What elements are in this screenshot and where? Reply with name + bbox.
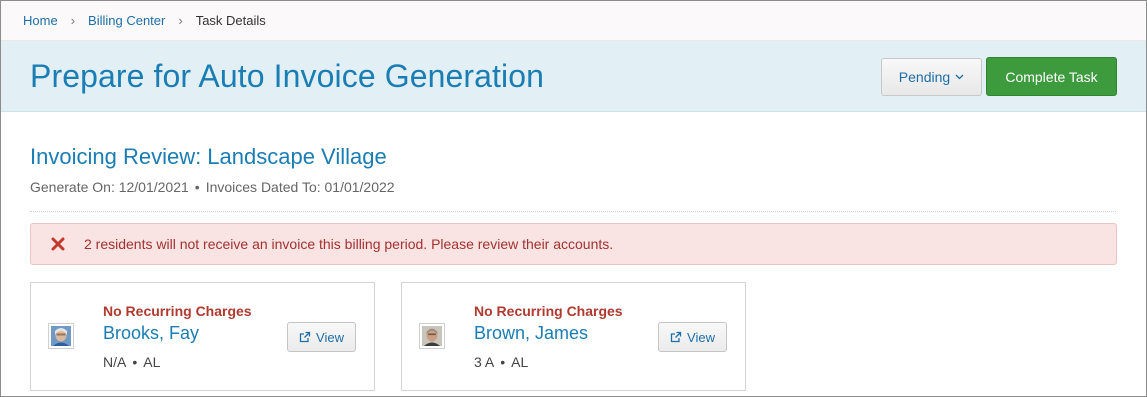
page-title: Prepare for Auto Invoice Generation — [30, 58, 545, 94]
external-link-icon — [670, 331, 682, 343]
resident-photo-icon — [422, 326, 442, 346]
breadcrumb-billing-center-link[interactable]: Billing Center — [88, 13, 165, 28]
resident-photo-icon — [51, 326, 71, 346]
resident-unit: N/A — [103, 354, 127, 370]
resident-card: No Recurring Charges Brooks, Fay N/A • AL … — [30, 282, 375, 391]
view-resident-button[interactable]: View — [287, 322, 356, 352]
breadcrumb-current: Task Details — [195, 13, 266, 28]
alert-message: 2 residents will not receive an invoice … — [84, 236, 614, 252]
view-button-label: View — [687, 329, 715, 345]
resident-card: No Recurring Charges Brown, James 3 A • AL… — [401, 282, 746, 391]
error-alert: 2 residents will not receive an invoice … — [30, 223, 1117, 265]
view-resident-button[interactable]: View — [658, 322, 727, 352]
meta-bullet: • — [194, 179, 200, 195]
status-dropdown-label: Pending — [898, 69, 951, 85]
review-title: Invoicing Review: Landscape Village — [30, 144, 387, 169]
complete-task-button[interactable]: Complete Task — [986, 57, 1117, 96]
generate-on-date: Generate On: 12/01/2021 — [30, 179, 189, 195]
resident-name-link[interactable]: Brown, James — [474, 323, 588, 344]
meta-bullet: • — [500, 354, 506, 370]
no-recurring-charges-flag: No Recurring Charges — [103, 303, 252, 319]
resident-unit: 3 A — [474, 354, 495, 370]
breadcrumb-separator: › — [70, 13, 76, 28]
breadcrumb-home-link[interactable]: Home — [23, 13, 58, 28]
resident-care-level: AL — [143, 354, 161, 370]
resident-name-link[interactable]: Brooks, Fay — [103, 323, 199, 344]
status-dropdown-button[interactable]: Pending — [881, 58, 982, 96]
view-button-label: View — [316, 329, 344, 345]
divider — [30, 211, 1116, 212]
avatar — [419, 323, 445, 349]
breadcrumb: Home › Billing Center › Task Details — [1, 1, 1146, 41]
meta-bullet: • — [132, 354, 138, 370]
invoices-dated-to: Invoices Dated To: 01/01/2022 — [205, 179, 395, 195]
no-recurring-charges-flag: No Recurring Charges — [474, 303, 623, 319]
review-meta: Generate On: 12/01/2021 • Invoices Dated T… — [30, 179, 395, 195]
page-header: Prepare for Auto Invoice Generation Pend… — [1, 41, 1146, 112]
breadcrumb-separator: › — [178, 13, 183, 28]
resident-care-level: AL — [511, 354, 529, 370]
avatar — [48, 323, 74, 349]
resident-unit-info: N/A • AL — [103, 354, 160, 370]
error-x-icon — [50, 236, 66, 252]
external-link-icon — [299, 331, 311, 343]
resident-unit-info: 3 A • AL — [474, 354, 528, 370]
chevron-down-icon — [955, 72, 964, 82]
